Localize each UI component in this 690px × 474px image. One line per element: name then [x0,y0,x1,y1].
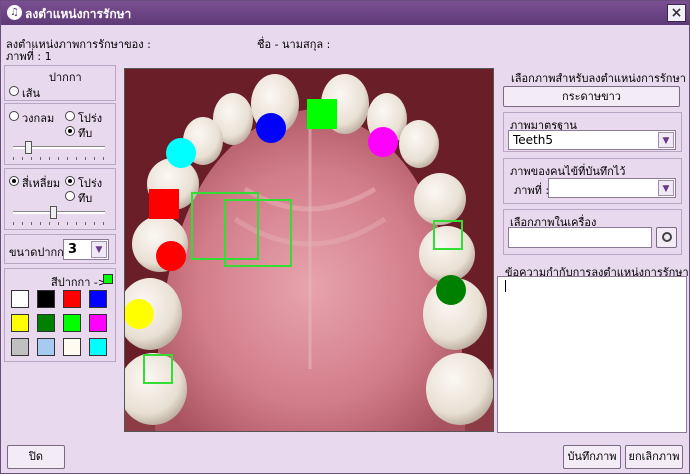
square-transparent-radio[interactable] [65,176,75,186]
circle-transparent-radio[interactable] [65,111,75,121]
title-bar: ♫ ลงตำแหน่งการรักษา × [1,1,689,25]
circle-size-thumb[interactable] [25,141,32,154]
circle-mark[interactable] [125,299,154,329]
color-swatch[interactable] [37,338,55,356]
square-size-thumb[interactable] [50,206,57,219]
color-swatch[interactable] [11,338,29,356]
pen-heading: ปากกา [49,71,82,84]
color-swatch[interactable] [63,338,81,356]
square-mark[interactable] [149,189,179,219]
circle-mark[interactable] [436,275,466,305]
square-radio-label: สี่เหลี่ยม [22,177,61,190]
color-swatch[interactable] [63,314,81,332]
search-icon [661,232,672,242]
cancel-image-button[interactable]: ยกเลิกภาพ [625,445,683,469]
line-radio-label: เส้น [22,87,40,100]
circle-solid-radio[interactable] [65,126,75,136]
circle-mark[interactable] [166,138,196,168]
circle-mark[interactable] [156,241,186,271]
circle-size-ticks [13,157,105,160]
saved-image-group: ภาพของคนไข้ที่บันทึกไว้ ภาพที่ : ▼ [503,158,682,204]
notes-textarea[interactable] [497,276,687,433]
circle-solid-label: ทึบ [78,127,93,140]
chevron-down-icon[interactable]: ▼ [658,180,674,196]
close-window-button[interactable]: × [667,4,686,22]
dental-image-canvas[interactable] [124,68,494,432]
app-icon: ♫ [7,5,22,20]
pen-size-select[interactable]: 3 ▼ [63,239,109,260]
local-image-path-input[interactable] [508,227,652,248]
right-panel: เลือกภาพสำหรับลงตำแหน่งการรักษา กระดาษขา… [497,65,689,433]
browse-button[interactable] [656,227,677,248]
circle-radio[interactable] [9,111,19,121]
window-title: ลงตำแหน่งการรักษา [25,7,132,21]
line-radio[interactable] [9,86,19,96]
color-swatch[interactable] [11,290,29,308]
circle-mark[interactable] [256,113,286,143]
square-size-ticks [13,222,105,225]
standard-image-value: Teeth5 [513,133,554,147]
circle-mark[interactable] [368,127,398,157]
text-cursor [505,280,506,292]
close-button[interactable]: ปิด [7,445,65,469]
square-mark[interactable] [307,99,337,129]
color-swatch[interactable] [89,314,107,332]
square-size-track[interactable] [13,211,105,214]
pen-size-label: ขนาดปากกา [9,246,71,259]
patient-name-label: ชื่อ - นามสกุล : [257,38,331,51]
standard-image-select[interactable]: Teeth5 ▼ [508,130,676,150]
standard-image-group: ภาพมาตรฐาน Teeth5 ▼ [503,112,682,152]
color-swatch[interactable] [11,314,29,332]
color-swatch[interactable] [37,290,55,308]
square-tool-group: สี่เหลี่ยม โปร่ง ทึบ [4,168,116,230]
color-swatch[interactable] [89,290,107,308]
saved-image-select[interactable]: ▼ [548,178,676,198]
pen-size-group: ขนาดปากกา 3 ▼ [4,234,116,264]
chevron-down-icon[interactable]: ▼ [658,132,674,148]
whiteboard-button[interactable]: กระดาษขาว [503,86,680,107]
circle-tool-group: วงกลม โปร่ง ทึบ [4,103,116,165]
square-solid-label: ทึบ [78,192,93,205]
pen-color-label: สีปากกา -> [51,276,108,289]
chevron-down-icon[interactable]: ▼ [91,241,107,258]
pen-size-value: 3 [68,242,78,257]
circle-radio-label: วงกลม [22,112,55,125]
color-swatch[interactable] [37,314,55,332]
save-image-button[interactable]: บันทึกภาพ [563,445,621,469]
dialog-window: ♫ ลงตำแหน่งการรักษา × ลงตำแหน่งภาพการรัก… [0,0,690,474]
teeth-photo [125,69,493,431]
square-solid-radio[interactable] [65,191,75,201]
color-swatch[interactable] [89,338,107,356]
color-swatch[interactable] [63,290,81,308]
current-color-swatch [103,274,113,284]
image-number-label: ภาพที่ : 1 [6,50,52,63]
local-image-group: เลือกภาพในเครื่อง [503,209,682,255]
pen-line-group: ปากกา เส้น [4,65,116,101]
choose-image-heading: เลือกภาพสำหรับลงตำแหน่งการรักษา [511,72,686,85]
color-palette-group: สีปากกา -> [4,268,116,362]
square-radio[interactable] [9,176,19,186]
saved-image-number-label: ภาพที่ : [514,184,550,197]
